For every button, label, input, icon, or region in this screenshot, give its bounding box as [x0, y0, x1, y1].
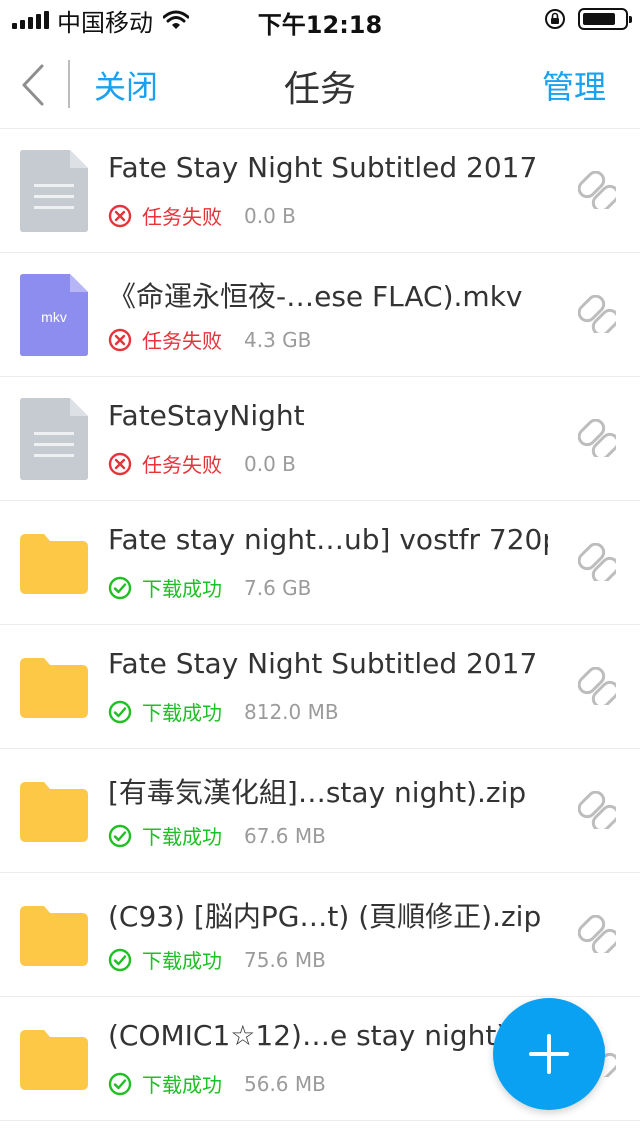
task-status: 任务失败 [142, 453, 222, 477]
task-meta: 任务失败 0.0 B [108, 449, 296, 478]
task-name: Fate stay night…ub] vostfr 720p [108, 523, 548, 556]
folder-icon [20, 1030, 88, 1090]
task-name: (C93) [脳内PG…t) (頁順修正).zip [108, 900, 542, 933]
rotation-lock-icon [545, 9, 565, 29]
task-size: 0.0 B [244, 203, 296, 228]
success-check-icon [108, 948, 132, 971]
task-row[interactable]: FateStayNight 任务失败 0.0 B [0, 377, 640, 501]
task-size: 56.6 MB [244, 1071, 326, 1096]
task-row[interactable]: [有毒気漢化組]…stay night).zip 下载成功 67.6 MB [0, 749, 640, 873]
task-row[interactable]: (C93) [脳内PG…t) (頁順修正).zip 下载成功 75.6 MB [0, 873, 640, 997]
task-meta: 任务失败 0.0 B [108, 201, 296, 230]
success-check-icon [108, 1072, 132, 1095]
status-bar: 中国移动 下午12:18 [0, 0, 640, 40]
failed-x-icon [108, 328, 132, 351]
folder-icon [20, 658, 88, 718]
success-check-icon [108, 576, 132, 599]
task-name: Fate Stay Night Subtitled 2017 [108, 151, 538, 184]
task-meta: 下载成功 56.6 MB [108, 1069, 326, 1098]
task-meta: 下载成功 812.0 MB [108, 697, 339, 726]
success-check-icon [108, 824, 132, 847]
link-icon[interactable] [578, 171, 616, 209]
task-row[interactable]: Fate stay night…ub] vostfr 720p 下载成功 7.6… [0, 501, 640, 625]
success-check-icon [108, 700, 132, 723]
task-status: 下载成功 [142, 949, 222, 973]
task-row[interactable]: mkv 《命運永恒夜-…ese FLAC).mkv 任务失败 4.3 GB [0, 253, 640, 377]
link-icon[interactable] [578, 791, 616, 829]
manage-button[interactable]: 管理 [542, 62, 606, 108]
add-task-button[interactable] [493, 998, 605, 1110]
plus-icon [529, 1034, 569, 1074]
link-icon[interactable] [578, 295, 616, 333]
mkv-label: mkv [41, 309, 67, 325]
failed-x-icon [108, 452, 132, 475]
folder-icon [20, 782, 88, 842]
task-meta: 任务失败 4.3 GB [108, 325, 311, 354]
task-name: FateStayNight [108, 399, 305, 432]
task-meta: 下载成功 7.6 GB [108, 573, 311, 602]
failed-x-icon [108, 204, 132, 227]
task-name: Fate Stay Night Subtitled 2017 [108, 647, 538, 680]
task-list: Fate Stay Night Subtitled 2017 任务失败 0.0 … [0, 129, 640, 1121]
document-file-icon [20, 398, 88, 480]
folder-icon [20, 906, 88, 966]
battery-icon [578, 8, 632, 30]
status-right [544, 8, 632, 30]
link-icon[interactable] [578, 915, 616, 953]
task-size: 812.0 MB [244, 699, 339, 724]
back-chevron-icon[interactable] [18, 62, 48, 108]
task-status: 任务失败 [142, 329, 222, 353]
task-name: 《命運永恒夜-…ese FLAC).mkv [108, 280, 523, 313]
task-size: 75.6 MB [244, 947, 326, 972]
task-status: 下载成功 [142, 701, 222, 725]
task-size: 0.0 B [244, 451, 296, 476]
task-row[interactable]: Fate Stay Night Subtitled 2017 下载成功 812.… [0, 625, 640, 749]
document-file-icon [20, 150, 88, 232]
task-size: 67.6 MB [244, 823, 326, 848]
task-status: 下载成功 [142, 577, 222, 601]
task-meta: 下载成功 75.6 MB [108, 945, 326, 974]
task-status: 下载成功 [142, 1073, 222, 1097]
task-row[interactable]: Fate Stay Night Subtitled 2017 任务失败 0.0 … [0, 129, 640, 253]
link-icon[interactable] [578, 419, 616, 457]
task-size: 4.3 GB [244, 327, 312, 352]
task-meta: 下载成功 67.6 MB [108, 821, 326, 850]
task-name: (COMIC1☆12)…e stay night) [108, 1019, 508, 1052]
close-button[interactable]: 关闭 [94, 62, 158, 108]
folder-icon [20, 534, 88, 594]
navigation-bar: 关闭 任务 管理 [0, 40, 640, 129]
link-icon[interactable] [578, 667, 616, 705]
task-size: 7.6 GB [244, 575, 312, 600]
nav-divider [68, 60, 70, 108]
task-status: 下载成功 [142, 825, 222, 849]
task-status: 任务失败 [142, 205, 222, 229]
mkv-file-icon: mkv [20, 274, 88, 356]
link-icon[interactable] [578, 543, 616, 581]
task-name: [有毒気漢化組]…stay night).zip [108, 776, 527, 809]
